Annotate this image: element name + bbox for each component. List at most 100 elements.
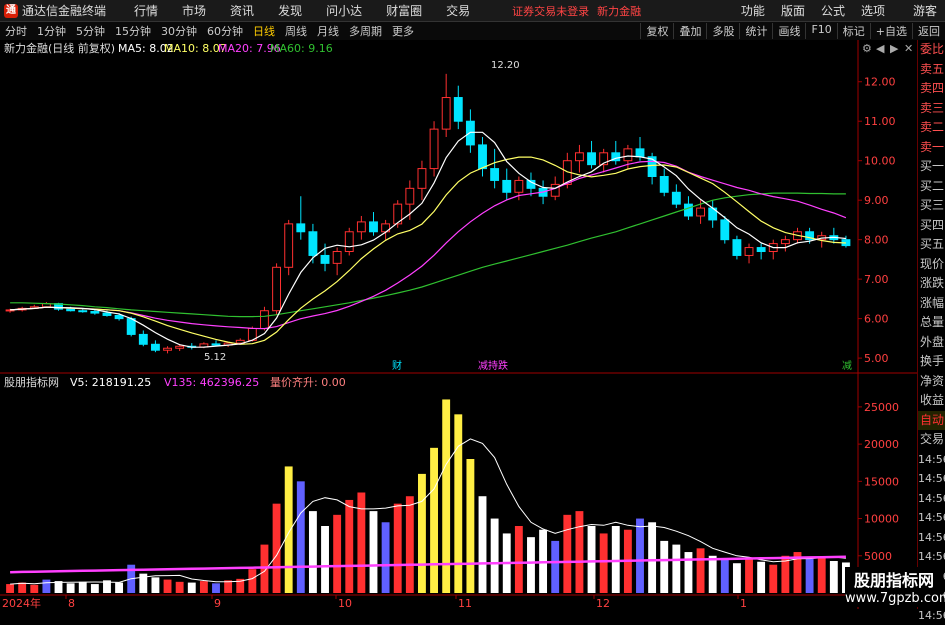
menu-layout[interactable]: 版面 [773,2,813,19]
tool-restore-right[interactable]: 复权 [640,23,673,39]
period-tab-more[interactable]: 更多 [387,23,419,39]
side-panel-item[interactable]: 卖二 [918,118,945,138]
next-icon[interactable]: ▶ [890,42,899,55]
vol-legend-vp: 量价齐升: 0.00 [270,375,346,389]
volume-bar [115,583,123,593]
side-panel-item[interactable]: 卖四 [918,79,945,99]
vol-tick-label: 20000 [864,438,899,451]
volume-bar [30,585,38,593]
side-panel-item[interactable]: 卖一 [918,138,945,158]
period-tab-active[interactable]: 日线 [248,23,280,39]
volume-bar [200,581,208,593]
guest-user[interactable]: 游客 [905,2,945,19]
menu-exchange[interactable]: 市场 [170,2,218,19]
side-panel-item[interactable]: 卖三 [918,99,945,119]
side-panel-item[interactable]: 买三 [918,196,945,216]
period-tab[interactable]: 30分钟 [156,23,202,39]
side-panel-item[interactable]: 卖五 [918,60,945,80]
side-panel-item[interactable]: 买一 [918,157,945,177]
side-panel-item[interactable]: 买二 [918,177,945,197]
volume-bar [757,562,765,593]
volume-bar [733,563,741,593]
tool-overlay[interactable]: 叠加 [673,23,706,39]
period-tab[interactable]: 周线 [280,23,312,39]
tool-add-watchlist[interactable]: +自选 [870,23,912,39]
volume-bar [285,466,293,593]
volume-bar [188,583,196,593]
vol-tick-label: 25000 [864,401,899,414]
tool-mark[interactable]: 标记 [837,23,870,39]
menu-market[interactable]: 行情 [122,2,170,19]
candle-body [454,98,462,122]
candle-body [406,188,414,204]
close-icon[interactable]: ✕ [904,42,913,55]
period-tab[interactable]: 分时 [0,23,32,39]
side-panel-item[interactable]: 涨跌 [918,274,945,294]
candle-body [212,344,220,345]
side-panel-item[interactable]: 买四 [918,216,945,236]
menu-info[interactable]: 资讯 [218,2,266,19]
candle-body [370,222,378,232]
side-panel-item[interactable]: 换手 [918,352,945,372]
period-tab[interactable]: 15分钟 [110,23,156,39]
side-panel-item[interactable]: 委比 [918,40,945,60]
side-panel-item[interactable]: 总量 [918,313,945,333]
volume-bar [321,526,329,593]
side-panel-item[interactable]: 交易 [918,430,945,450]
side-panel-item[interactable]: 外盘 [918,333,945,353]
event-marker-reduce[interactable]: 减持跌 [478,359,508,372]
period-tab[interactable]: 1分钟 [32,23,71,39]
volume-bar [394,504,402,593]
settings-icon[interactable]: ⚙ [862,42,872,55]
app-logo-icon: 通 [4,4,18,18]
candle-body [103,313,111,315]
trade-time-item: 14:56 [918,606,945,625]
side-panel-item[interactable]: 现价 [918,255,945,275]
candle-body [721,220,729,240]
period-tab[interactable]: 月线 [312,23,344,39]
candle-body [733,240,741,256]
volume-bar [79,582,87,593]
period-tab[interactable]: 5分钟 [71,23,110,39]
menu-function[interactable]: 功能 [733,2,773,19]
login-status[interactable]: 证券交易未登录 [512,3,589,19]
volume-bar [709,556,717,593]
side-panel-item[interactable]: 收益 [918,391,945,411]
vol-legend-name: 股朋指标网 [4,375,59,389]
side-panel-item[interactable]: 净资 [918,372,945,392]
volume-bar [563,515,571,593]
volume-bar [42,580,50,593]
candle-body [575,153,583,161]
candle-body [781,240,789,244]
menu-trade[interactable]: 交易 [434,2,482,19]
side-panel-item[interactable]: 自动 [918,411,945,431]
tool-f10[interactable]: F10 [805,23,836,39]
x-tick-label: 11 [458,597,472,609]
menu-formula[interactable]: 公式 [813,2,853,19]
event-marker-finance[interactable]: 财 [392,359,402,372]
menu-options[interactable]: 选项 [853,2,893,19]
event-marker-reduce-2[interactable]: 减 [842,360,852,372]
period-tab[interactable]: 60分钟 [202,23,248,39]
volume-bar [454,414,462,593]
menu-ask[interactable]: 问小达 [314,2,374,19]
volume-bar [151,577,159,593]
menu-discover[interactable]: 发现 [266,2,314,19]
prev-icon[interactable]: ◀ [876,42,885,55]
kline-chart[interactable]: 新力金融(日线 前复权) MA5: 8.02 MA10: 8.07 MA20: … [0,40,917,609]
tool-back[interactable]: 返回 [912,23,945,39]
candle-body [67,309,75,311]
side-panel-item[interactable]: 涨幅 [918,294,945,314]
high-price-label: 12.20 [491,60,520,71]
menu-wealth[interactable]: 财富圈 [374,2,434,19]
candle-body [672,192,680,204]
tool-multi-stock[interactable]: 多股 [706,23,739,39]
volume-bar [357,493,365,594]
volume-bar [806,559,814,593]
tool-draw[interactable]: 画线 [772,23,805,39]
period-tab[interactable]: 多周期 [344,23,387,39]
volume-bar [382,522,390,593]
volume-bar [721,560,729,594]
tool-stats[interactable]: 统计 [739,23,772,39]
side-panel-item[interactable]: 买五 [918,235,945,255]
